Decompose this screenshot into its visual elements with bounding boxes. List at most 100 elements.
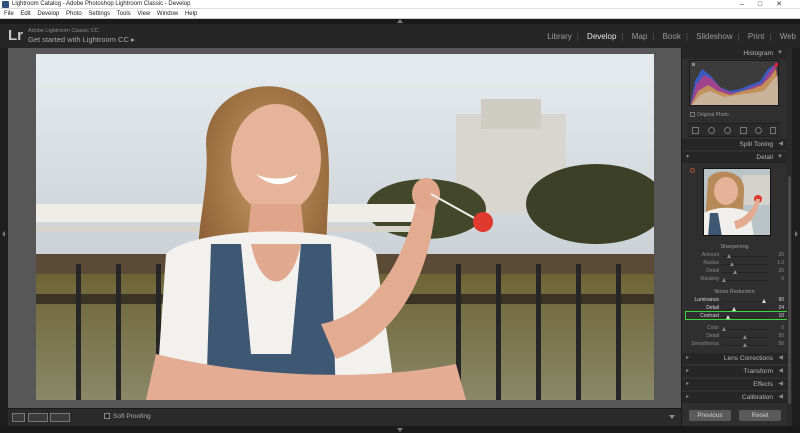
- get-started-link[interactable]: Get started with Lightroom CC ▸: [28, 35, 135, 44]
- left-panel-toggle[interactable]: [0, 48, 8, 426]
- triangle-down-icon: [397, 428, 403, 432]
- window-title: Lightroom Catalog - Adobe Photoshop Ligh…: [12, 1, 191, 7]
- slider-color-detail[interactable]: Detail 50: [686, 333, 786, 341]
- slider-sharpen-detail[interactable]: Detail 25: [686, 268, 786, 276]
- module-separator: |: [737, 32, 740, 41]
- radial-filter-icon[interactable]: [755, 127, 762, 134]
- expand-icon: ◀: [778, 381, 783, 387]
- soft-proofing-checkbox[interactable]: [104, 413, 110, 419]
- lightroom-logo: Lr: [8, 27, 23, 44]
- histogram-title: Histogram: [743, 50, 773, 57]
- calibration-title: Calibration: [741, 394, 773, 401]
- filmstrip-toggle[interactable]: [0, 426, 800, 433]
- detail-preview[interactable]: [703, 168, 771, 236]
- module-book[interactable]: Book: [663, 32, 681, 41]
- tool-strip: [688, 123, 780, 137]
- effects-title: Effects: [753, 381, 773, 388]
- portrait-photo: [36, 54, 654, 400]
- expand-icon: ◀: [778, 141, 783, 147]
- collapse-icon: ▼: [777, 50, 783, 56]
- triangle-right-icon: [795, 231, 798, 237]
- module-map[interactable]: Map: [632, 32, 648, 41]
- module-picker: Library | Develop | Map | Book | Slideshow | …: [541, 32, 796, 41]
- toolbar-menu-icon[interactable]: [669, 415, 675, 419]
- sharpening-section-title: Sharpening: [720, 244, 749, 250]
- module-print[interactable]: Print: [748, 32, 764, 41]
- module-develop[interactable]: Develop: [587, 32, 616, 41]
- split-toning-header[interactable]: Split Toning ◀: [682, 139, 787, 150]
- right-panel: Histogram ▼ Original Photo Split Toning ◀ …: [681, 48, 792, 426]
- menu-tools[interactable]: Tools: [117, 11, 131, 17]
- lens-corrections-header[interactable]: ▸ Lens Corrections ◀: [682, 353, 787, 364]
- lightroom-app-icon: [2, 1, 9, 8]
- calibration-header[interactable]: ▸ Calibration ◀: [682, 392, 787, 403]
- expand-icon: ◀: [778, 355, 783, 361]
- image-view: [8, 48, 681, 408]
- reset-button[interactable]: Reset: [739, 410, 781, 421]
- adjustment-brush-icon[interactable]: [770, 127, 776, 134]
- detail-preview-image: [704, 169, 770, 235]
- right-panel-toggle[interactable]: [792, 48, 800, 426]
- histogram-header[interactable]: Histogram ▼: [682, 48, 787, 59]
- disclosure-icon: ▸: [686, 394, 690, 400]
- red-eye-icon[interactable]: [724, 127, 731, 134]
- module-separator: |: [621, 32, 624, 41]
- slider-luminance[interactable]: Luminance 90: [686, 297, 786, 305]
- transform-title: Transform: [743, 368, 773, 375]
- soft-proofing-toggle[interactable]: Soft Proofing: [104, 413, 151, 420]
- slider-sharpen-radius[interactable]: Radius 1.0: [686, 260, 786, 268]
- menu-bar: File Edit Develop Photo Settings Tools V…: [0, 9, 800, 19]
- previous-button[interactable]: Previous: [689, 410, 731, 421]
- expand-icon: ◀: [778, 394, 783, 400]
- loupe-view-button[interactable]: [12, 413, 25, 422]
- graduated-filter-icon[interactable]: [740, 127, 747, 134]
- menu-photo[interactable]: Photo: [66, 11, 82, 17]
- product-name: Adobe Lightroom Classic CC: [28, 28, 99, 34]
- collapse-icon: ▼: [777, 154, 783, 160]
- disclosure-icon: ▸: [686, 355, 690, 361]
- module-separator: |: [576, 32, 579, 41]
- module-separator: |: [685, 32, 688, 41]
- original-photo-label: Original Photo: [697, 112, 729, 118]
- develop-toolbar: Soft Proofing: [8, 408, 681, 426]
- before-after-swap-button[interactable]: [50, 413, 70, 422]
- detail-header[interactable]: ▾ Detail ▼: [682, 152, 787, 163]
- histogram: [689, 60, 779, 106]
- main-photo[interactable]: [36, 54, 654, 400]
- expand-icon: ◀: [778, 368, 783, 374]
- spot-removal-icon[interactable]: [708, 127, 715, 134]
- slider-color[interactable]: Color 0: [686, 325, 786, 333]
- module-separator: |: [652, 32, 655, 41]
- menu-file[interactable]: File: [4, 11, 14, 17]
- disclosure-icon: ▾: [686, 154, 690, 160]
- slider-sharpen-masking[interactable]: Masking 0: [686, 276, 786, 284]
- noise-reduction-section-title: Noise Reduction: [714, 289, 755, 295]
- original-photo-toggle[interactable]: Original Photo: [690, 112, 729, 118]
- detail-zoom-target-icon[interactable]: [690, 168, 695, 173]
- menu-view[interactable]: View: [137, 11, 150, 17]
- disclosure-icon: ▸: [686, 368, 690, 374]
- panel-buttons: Previous Reset: [682, 410, 787, 422]
- module-web[interactable]: Web: [780, 32, 796, 41]
- module-library[interactable]: Library: [547, 32, 571, 41]
- transform-header[interactable]: ▸ Transform ◀: [682, 366, 787, 377]
- window-controls[interactable]: –□✕: [740, 0, 796, 9]
- menu-settings[interactable]: Settings: [88, 11, 110, 17]
- split-toning-title: Split Toning: [739, 141, 774, 148]
- slider-sharpen-amount[interactable]: Amount 25: [686, 252, 786, 260]
- lens-corrections-title: Lens Corrections: [723, 355, 773, 362]
- original-photo-checkbox[interactable]: [690, 112, 695, 117]
- module-slideshow[interactable]: Slideshow: [696, 32, 732, 41]
- triangle-up-icon: [397, 19, 403, 23]
- slider-color-smoothness[interactable]: Smoothness 50: [686, 341, 786, 349]
- menu-help[interactable]: Help: [185, 11, 197, 17]
- menu-edit[interactable]: Edit: [20, 11, 30, 17]
- effects-header[interactable]: ▸ Effects ◀: [682, 379, 787, 390]
- crop-tool-icon[interactable]: [692, 127, 699, 134]
- disclosure-icon: ▸: [686, 381, 690, 387]
- menu-window[interactable]: Window: [157, 11, 178, 17]
- scrollbar-thumb[interactable]: [788, 176, 791, 404]
- menu-develop[interactable]: Develop: [37, 11, 59, 17]
- histogram-graph: [690, 63, 778, 105]
- before-after-button[interactable]: [28, 413, 48, 422]
